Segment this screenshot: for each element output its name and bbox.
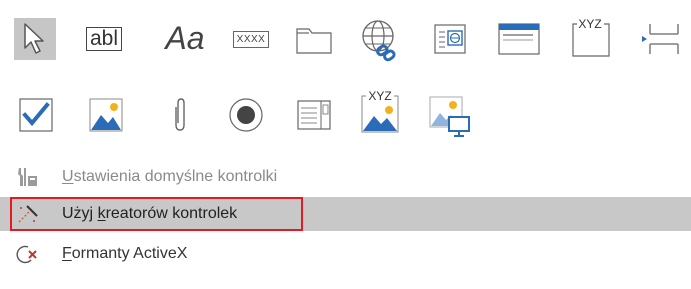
- option-button-icon: [229, 98, 263, 132]
- attachment-control-button[interactable]: [160, 95, 200, 135]
- button-control-button[interactable]: XXXX: [228, 19, 274, 59]
- image-icon: [89, 98, 123, 132]
- label-icon: Aa: [165, 19, 205, 56]
- list-box-control-button[interactable]: [294, 95, 334, 135]
- control-defaults-menu-item[interactable]: Ustawienia domyślne kontrolki: [0, 160, 691, 194]
- check-box-icon: [19, 98, 53, 132]
- button-icon: XXXX: [232, 30, 270, 48]
- bound-object-frame-control-button[interactable]: [428, 95, 472, 139]
- wrench-screwdriver-icon: [16, 167, 38, 187]
- tab-control-icon: [296, 28, 332, 54]
- page-break-icon: [642, 24, 679, 54]
- option-button-control-button[interactable]: [226, 95, 266, 135]
- option-group-control-button[interactable]: XYZ: [568, 14, 614, 60]
- text-box-control-button[interactable]: abl: [84, 19, 124, 59]
- svg-text:XYZ: XYZ: [368, 89, 391, 103]
- web-browser-control-button[interactable]: [430, 19, 470, 59]
- activex-controls-label: Formanty ActiveX: [62, 245, 188, 262]
- list-box-icon: [297, 100, 331, 130]
- bound-object-frame-icon: [429, 96, 470, 137]
- svg-text:XYZ: XYZ: [578, 17, 601, 31]
- label-control-button[interactable]: Aa: [160, 18, 210, 58]
- select-pointer-icon: [24, 23, 44, 54]
- navigation-control-icon: [498, 23, 540, 55]
- check-box-control-button[interactable]: [16, 95, 56, 135]
- web-browser-control-icon: [434, 24, 466, 54]
- select-control-button[interactable]: [14, 18, 56, 60]
- option-group-icon: XYZ: [572, 17, 610, 57]
- text-box-icon: abl: [85, 27, 123, 51]
- highlight-annotation-box: [10, 197, 303, 231]
- activex-icon: [16, 244, 38, 264]
- hyperlink-icon: [362, 20, 396, 62]
- control-defaults-label: Ustawienia domyślne kontrolki: [62, 168, 278, 185]
- unbound-object-frame-control-button[interactable]: XYZ: [359, 88, 403, 134]
- unbound-object-frame-icon: XYZ: [361, 89, 399, 133]
- controls-gallery: abl Aa XXXX XYZ XYZ Ustawienia domyślne …: [0, 0, 691, 289]
- image-control-button[interactable]: [86, 95, 126, 135]
- activex-controls-menu-item[interactable]: Formanty ActiveX: [0, 237, 691, 271]
- page-break-control-button[interactable]: [640, 19, 682, 59]
- navigation-control-button[interactable]: [496, 19, 542, 59]
- tab-control-button[interactable]: [294, 19, 334, 59]
- hyperlink-control-button[interactable]: [357, 16, 403, 62]
- attachment-icon: [175, 98, 185, 131]
